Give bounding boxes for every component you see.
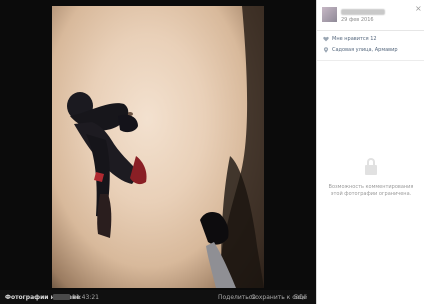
comments-disabled-notice: Возможность комментирования этой фотогра…	[328, 184, 414, 197]
photo-footer-bar: Фотографии на стене 11:43:21 Поделиться …	[0, 290, 316, 304]
photo-stage	[0, 0, 316, 290]
photo-time: 11:43:21	[72, 294, 99, 301]
location-pin-icon	[323, 47, 329, 53]
location-text: Садовая улица, Армавир	[332, 47, 398, 53]
photo-sidebar: 29 фев 2016 × Мне нравится 12 Садовая ул…	[316, 0, 424, 304]
heart-icon	[323, 36, 329, 42]
author-name-blurred[interactable]	[341, 9, 385, 15]
close-icon[interactable]: ×	[415, 4, 422, 13]
location-row[interactable]: Садовая улица, Армавир	[323, 47, 398, 53]
post-date: 29 фев 2016	[341, 17, 374, 23]
divider	[317, 60, 424, 61]
sidebar-header: 29 фев 2016 ×	[317, 0, 424, 31]
photo-scene	[67, 6, 264, 288]
lock-icon	[364, 158, 378, 176]
likes-row[interactable]: Мне нравится 12	[323, 36, 377, 42]
more-button[interactable]: Ещё	[294, 294, 307, 301]
avatar[interactable]	[322, 7, 337, 22]
blurred-album-name	[53, 294, 70, 300]
child-figure	[67, 92, 147, 238]
likes-text: Мне нравится 12	[332, 36, 377, 42]
photo[interactable]	[52, 6, 264, 288]
